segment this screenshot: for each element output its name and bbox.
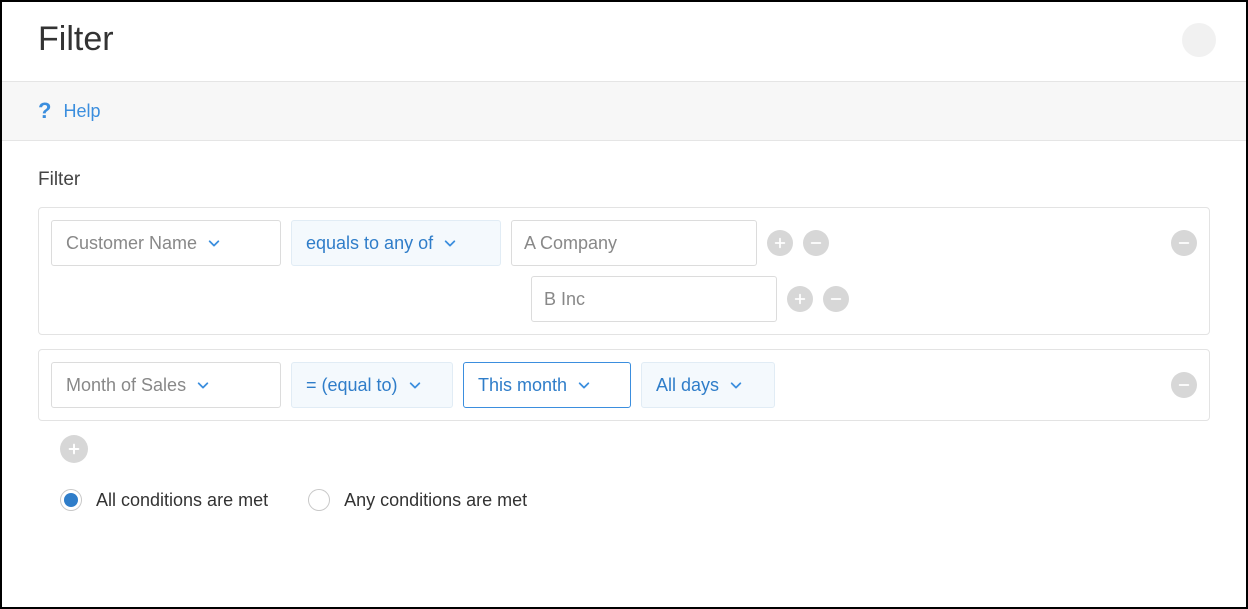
operator-dropdown[interactable]: equals to any of bbox=[291, 220, 501, 266]
chevron-down-icon bbox=[443, 236, 457, 250]
remove-condition-button[interactable] bbox=[1171, 230, 1197, 256]
add-condition-row bbox=[60, 435, 1210, 463]
dialog-header: Filter bbox=[2, 2, 1246, 81]
radio-label: Any conditions are met bbox=[344, 490, 527, 511]
remove-value-button[interactable] bbox=[823, 286, 849, 312]
filter-row: Month of Sales = (equal to) This month bbox=[51, 362, 1197, 408]
field-label: Month of Sales bbox=[66, 375, 186, 396]
radio-icon bbox=[308, 489, 330, 511]
value-dropdown[interactable]: All days bbox=[641, 362, 775, 408]
add-condition-button[interactable] bbox=[60, 435, 88, 463]
minus-icon bbox=[1177, 378, 1191, 392]
filter-row bbox=[51, 276, 1197, 322]
value-label: This month bbox=[478, 375, 567, 396]
chevron-down-icon bbox=[729, 378, 743, 392]
field-dropdown[interactable]: Month of Sales bbox=[51, 362, 281, 408]
radio-icon bbox=[60, 489, 82, 511]
filter-section-label: Filter bbox=[38, 169, 1210, 191]
value-input[interactable] bbox=[511, 220, 757, 266]
filter-row: Customer Name equals to any of bbox=[51, 220, 1197, 266]
logic-any-radio[interactable]: Any conditions are met bbox=[308, 489, 527, 511]
remove-condition-button[interactable] bbox=[1171, 372, 1197, 398]
minus-icon bbox=[829, 292, 843, 306]
dialog-title: Filter bbox=[38, 20, 114, 59]
logic-all-radio[interactable]: All conditions are met bbox=[60, 489, 268, 511]
filter-condition-group: Customer Name equals to any of bbox=[38, 207, 1210, 335]
chevron-down-icon bbox=[207, 236, 221, 250]
help-bar: ? Help bbox=[2, 81, 1246, 141]
minus-icon bbox=[809, 236, 823, 250]
chevron-down-icon bbox=[196, 378, 210, 392]
help-icon: ? bbox=[38, 98, 51, 124]
plus-icon bbox=[67, 442, 81, 456]
radio-label: All conditions are met bbox=[96, 490, 268, 511]
minus-icon bbox=[1177, 236, 1191, 250]
field-label: Customer Name bbox=[66, 233, 197, 254]
filter-dialog: Filter ? Help Filter Customer Name equal… bbox=[2, 2, 1246, 607]
operator-label: equals to any of bbox=[306, 233, 433, 254]
plus-icon bbox=[793, 292, 807, 306]
value-input[interactable] bbox=[531, 276, 777, 322]
value-dropdown[interactable]: This month bbox=[463, 362, 631, 408]
add-value-button[interactable] bbox=[787, 286, 813, 312]
chevron-down-icon bbox=[577, 378, 591, 392]
operator-label: = (equal to) bbox=[306, 375, 398, 396]
filter-condition-group: Month of Sales = (equal to) This month bbox=[38, 349, 1210, 421]
value-label: All days bbox=[656, 375, 719, 396]
close-button[interactable] bbox=[1182, 23, 1216, 57]
help-link[interactable]: Help bbox=[63, 101, 100, 122]
remove-value-button[interactable] bbox=[803, 230, 829, 256]
add-value-button[interactable] bbox=[767, 230, 793, 256]
chevron-down-icon bbox=[408, 378, 422, 392]
dialog-body: Filter Customer Name equals to any of bbox=[2, 141, 1246, 607]
logic-radio-group: All conditions are met Any conditions ar… bbox=[60, 489, 1210, 531]
plus-icon bbox=[773, 236, 787, 250]
operator-dropdown[interactable]: = (equal to) bbox=[291, 362, 453, 408]
field-dropdown[interactable]: Customer Name bbox=[51, 220, 281, 266]
